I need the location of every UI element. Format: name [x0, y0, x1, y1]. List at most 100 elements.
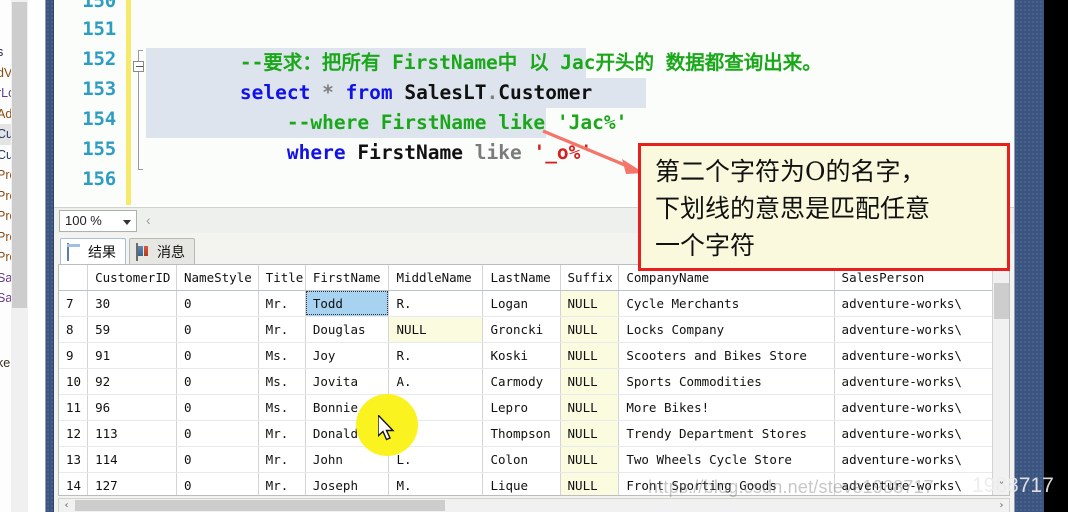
scrollbar-thumb[interactable] — [75, 500, 445, 511]
column-header-rownum[interactable] — [59, 265, 89, 291]
cell-salesperson[interactable]: adventure-works\ — [834, 394, 1009, 421]
editor-fold-column[interactable] — [132, 40, 146, 175]
cell-companyname[interactable]: Trendy Department Stores — [618, 420, 835, 447]
cell-namestyle[interactable]: 0 — [176, 342, 259, 369]
nav-back-icon[interactable]: ‹ — [146, 212, 151, 228]
cell-namestyle[interactable]: 0 — [176, 446, 259, 473]
row-number[interactable]: 10 — [59, 368, 89, 395]
cell-title[interactable]: Ms. — [258, 394, 306, 421]
cell-firstname[interactable]: Joseph — [305, 472, 390, 495]
scroll-right-icon[interactable]: › — [994, 499, 1009, 512]
cell-salesperson[interactable]: adventure-works\ — [834, 446, 1009, 473]
cell-companyname[interactable]: Scooters and Bikes Store — [618, 342, 835, 369]
zoom-level-select[interactable]: 100 % — [59, 210, 137, 232]
column-header-firstname[interactable]: FirstName — [305, 265, 390, 291]
cell-lastname[interactable]: Colon — [482, 446, 561, 473]
table-row[interactable]: 13 114 0 Mr. John L. Colon NULL Two Whee… — [59, 446, 1009, 473]
cell-middlename[interactable]: M. — [388, 472, 484, 495]
cell-title[interactable]: Ms. — [258, 342, 306, 369]
grid-vertical-scrollbar[interactable]: ˄ ˅ — [992, 265, 1009, 495]
cell-companyname[interactable]: Locks Company — [618, 316, 835, 343]
cell-title[interactable]: Mr. — [258, 420, 306, 447]
row-number[interactable]: 14 — [59, 472, 89, 495]
cell-title[interactable]: Mr. — [258, 316, 306, 343]
code-line-152[interactable]: select * from SalesLT.Customer — [146, 48, 592, 104]
cell-namestyle[interactable]: 0 — [176, 316, 259, 343]
cell-lastname[interactable]: Carmody — [482, 368, 561, 395]
cell-namestyle[interactable]: 0 — [176, 420, 259, 447]
tab-messages[interactable]: 消息 — [129, 238, 195, 264]
cell-lastname[interactable]: Logan — [482, 290, 561, 317]
cell-title[interactable]: Mr. — [258, 290, 306, 317]
table-row[interactable]: 10 92 0 Ms. Jovita A. Carmody NULL Sport… — [59, 368, 1009, 395]
collapse-region-icon[interactable] — [133, 61, 144, 72]
row-number[interactable]: 11 — [59, 394, 89, 421]
cell-lastname[interactable]: Lepro — [482, 394, 561, 421]
cell-middlename[interactable]: R. — [388, 290, 484, 317]
cell-firstname[interactable]: Jovita — [305, 368, 390, 395]
cell-customerid[interactable]: 59 — [87, 316, 177, 343]
cell-customerid[interactable]: 127 — [87, 472, 177, 495]
table-row[interactable]: 9 91 0 Ms. Joy R. Koski NULL Scooters an… — [59, 342, 1009, 369]
table-row[interactable]: 8 59 0 Mr. Douglas NULL Groncki NULL Loc… — [59, 316, 1009, 343]
cell-lastname[interactable]: Groncki — [482, 316, 561, 343]
cell-suffix[interactable]: NULL — [560, 472, 620, 495]
column-header-namestyle[interactable]: NameStyle — [176, 265, 259, 291]
cell-salesperson[interactable]: adventure-works\ — [834, 342, 1009, 369]
row-number[interactable]: 12 — [59, 420, 89, 447]
code-line-154[interactable]: where FirstName like '_o%' — [146, 108, 592, 164]
cell-customerid[interactable]: 92 — [87, 368, 177, 395]
panel-splitter[interactable] — [45, 0, 54, 512]
cell-salesperson[interactable]: adventure-works\ — [834, 420, 1009, 447]
cell-suffix[interactable]: NULL — [560, 394, 620, 421]
column-header-title[interactable]: Title — [258, 265, 306, 291]
cell-customerid[interactable]: 91 — [87, 342, 177, 369]
cell-middlename[interactable]: R. — [388, 342, 484, 369]
tab-results[interactable]: 结果 — [60, 238, 126, 264]
cell-customerid[interactable]: 30 — [87, 290, 177, 317]
cell-suffix[interactable]: NULL — [560, 420, 620, 447]
cell-namestyle[interactable]: 0 — [176, 368, 259, 395]
column-header-customerid[interactable]: CustomerID — [87, 265, 177, 291]
cell-companyname[interactable]: Two Wheels Cycle Store — [618, 446, 835, 473]
cell-middlename[interactable]: NULL — [388, 316, 484, 343]
cell-namestyle[interactable]: 0 — [176, 290, 259, 317]
code-line-153[interactable]: --where FirstName like 'Jac%' — [146, 78, 627, 134]
cell-companyname[interactable]: More Bikes! — [618, 394, 835, 421]
cell-companyname[interactable]: Cycle Merchants — [618, 290, 835, 317]
column-header-suffix[interactable]: Suffix — [560, 265, 620, 291]
object-explorer-vertical-scrollbar[interactable] — [11, 0, 28, 512]
cell-lastname[interactable]: Thompson — [482, 420, 561, 447]
cell-namestyle[interactable]: 0 — [176, 472, 259, 495]
cell-suffix[interactable]: NULL — [560, 446, 620, 473]
cell-salesperson[interactable]: adventure-works\ — [834, 316, 1009, 343]
cell-customerid[interactable]: 113 — [87, 420, 177, 447]
table-row[interactable]: 11 96 0 Ms. Bonnie B. Lepro NULL More Bi… — [59, 394, 1009, 421]
cell-firstname[interactable]: Joy — [305, 342, 390, 369]
column-header-lastname[interactable]: LastName — [482, 265, 561, 291]
row-number[interactable]: 9 — [59, 342, 89, 369]
cell-suffix[interactable]: NULL — [560, 342, 620, 369]
row-number[interactable]: 8 — [59, 316, 89, 343]
row-number[interactable]: 13 — [59, 446, 89, 473]
code-line-151[interactable]: --要求：把所有 FirstName中 以 Jac开头的 数据都查询出来。 — [146, 18, 822, 74]
cell-title[interactable]: Mr. — [258, 446, 306, 473]
cell-customerid[interactable]: 96 — [87, 394, 177, 421]
grid-horizontal-scrollbar[interactable]: ‹ › — [58, 498, 1010, 512]
scrollbar-thumb[interactable] — [994, 283, 1009, 319]
cell-suffix[interactable]: NULL — [560, 316, 620, 343]
results-grid[interactable]: CustomerID NameStyle Title FirstName Mid… — [58, 264, 1010, 496]
column-header-middlename[interactable]: MiddleName — [388, 265, 484, 291]
cell-suffix[interactable]: NULL — [560, 290, 620, 317]
cell-salesperson[interactable]: adventure-works\ — [834, 290, 1009, 317]
cell-title[interactable]: Mr. — [258, 472, 306, 495]
scrollbar-thumb[interactable] — [12, 2, 27, 308]
cell-lastname[interactable]: Lique — [482, 472, 561, 495]
cell-middlename[interactable]: A. — [388, 368, 484, 395]
cell-suffix[interactable]: NULL — [560, 368, 620, 395]
table-row[interactable]: 12 113 0 Mr. Donald M. Thompson NULL Tre… — [59, 420, 1009, 447]
cell-firstname-selected[interactable]: Todd — [305, 290, 390, 317]
scroll-left-icon[interactable]: ‹ — [59, 499, 74, 512]
table-row[interactable]: 7 30 0 Mr. Todd R. Logan NULL Cycle Merc… — [59, 290, 1009, 317]
cell-firstname[interactable]: Douglas — [305, 316, 390, 343]
